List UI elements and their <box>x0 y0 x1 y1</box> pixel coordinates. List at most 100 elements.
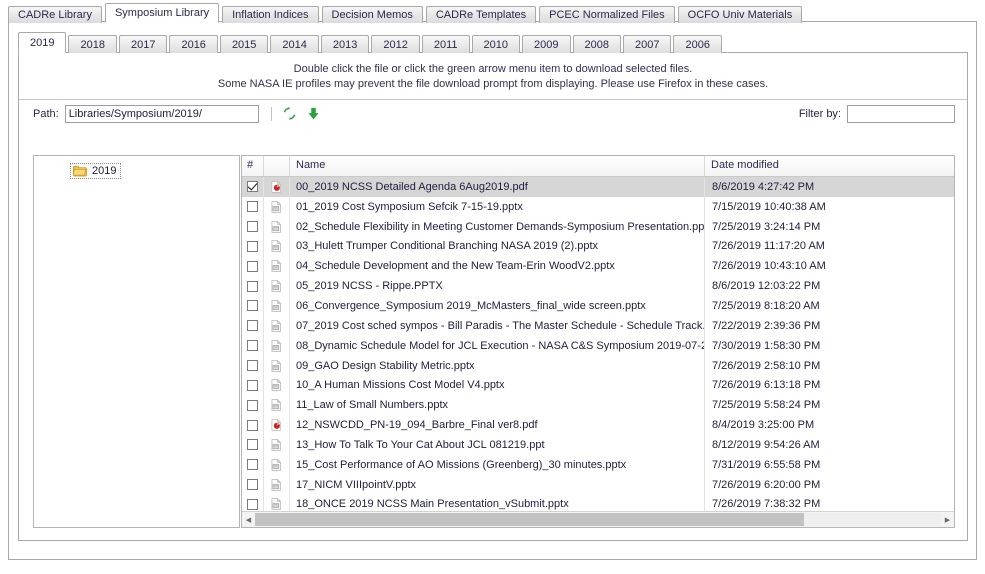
year-tab-2008[interactable]: 2008 <box>572 35 621 53</box>
year-tab-2018[interactable]: 2018 <box>68 35 117 53</box>
row-file-name[interactable]: 05_2019 NCSS - Rippe.PPTX <box>290 276 705 297</box>
year-tab-2009[interactable]: 2009 <box>522 35 571 53</box>
column-header-number[interactable]: # <box>242 156 264 176</box>
row-file-icon-cell <box>264 296 290 316</box>
table-row[interactable]: 17_NICM VIIIpointV.pptx 7/26/2019 6:20:00… <box>242 474 954 495</box>
download-arrow-icon[interactable] <box>305 105 323 123</box>
main-tab-cadre-templates[interactable]: CADRe Templates <box>425 6 537 23</box>
table-row[interactable]: 07_2019 Cost sched sympos - Bill Paradis… <box>242 315 954 336</box>
table-row[interactable]: 05_2019 NCSS - Rippe.PPTX 8/6/2019 12:03:… <box>242 276 954 297</box>
year-tab-2006[interactable]: 2006 <box>673 35 722 53</box>
scroll-right-arrow[interactable]: ▶ <box>941 513 954 526</box>
row-file-name[interactable]: 09_GAO Design Stability Metric.pptx <box>290 355 705 376</box>
row-checkbox[interactable] <box>247 399 258 411</box>
row-file-name[interactable]: 02_Schedule Flexibility in Meeting Custo… <box>290 216 705 237</box>
row-file-name[interactable]: 18_ONCE 2019 NCSS Main Presentation_vSub… <box>290 494 705 511</box>
row-checkbox[interactable] <box>247 181 258 193</box>
table-row[interactable]: 13_How To Talk To Your Cat About JCL 081… <box>242 434 954 455</box>
folder-icon <box>73 166 87 177</box>
row-date-modified: 7/26/2019 6:20:00 PM <box>712 478 821 491</box>
row-checkbox[interactable] <box>247 459 258 471</box>
table-row[interactable]: 03_Hulett Trumper Conditional Branching … <box>242 236 954 257</box>
table-row[interactable]: 01_2019 Cost Symposium Sefcik 7-15-19.pp… <box>242 196 954 217</box>
table-row[interactable]: 15_Cost Performance of AO Missions (Gree… <box>242 454 954 475</box>
column-header-name[interactable]: Name <box>290 156 705 176</box>
year-tab-2012[interactable]: 2012 <box>371 35 420 53</box>
row-checkbox[interactable] <box>247 260 258 272</box>
row-file-icon-cell <box>264 454 290 475</box>
filter-input[interactable] <box>847 104 955 123</box>
year-content-panel: Double click the file or click the green… <box>18 52 968 541</box>
row-checkbox[interactable] <box>247 300 258 312</box>
tree-node-label: 2019 <box>92 165 117 177</box>
powerpoint-file-icon <box>271 478 282 491</box>
main-tab-label: PCEC Normalized Files <box>549 9 665 21</box>
year-tab-2010[interactable]: 2010 <box>471 35 521 53</box>
table-row[interactable]: 11_Law of Small Numbers.pptx 7/25/2019 5:… <box>242 395 954 416</box>
row-file-name[interactable]: 08_Dynamic Schedule Model for JCL Execut… <box>290 335 705 356</box>
row-checkbox[interactable] <box>247 360 258 372</box>
main-tab-cadre-library[interactable]: CADRe Library <box>8 6 102 23</box>
table-row[interactable]: 00_2019 NCSS Detailed Agenda 6Aug2019.pd… <box>242 177 954 197</box>
table-row[interactable]: 09_GAO Design Stability Metric.pptx 7/26/… <box>242 355 954 376</box>
year-tab-2011[interactable]: 2011 <box>421 35 470 53</box>
row-checkbox-cell <box>242 494 264 511</box>
table-row[interactable]: 04_Schedule Development and the New Team… <box>242 256 954 277</box>
scrollbar-track[interactable] <box>255 513 941 526</box>
table-row[interactable]: 06_Convergence_Symposium 2019_McMasters_… <box>242 296 954 316</box>
row-file-name[interactable]: 06_Convergence_Symposium 2019_McMasters_… <box>290 296 705 316</box>
row-file-name[interactable]: 03_Hulett Trumper Conditional Branching … <box>290 236 705 257</box>
table-row[interactable]: 08_Dynamic Schedule Model for JCL Execut… <box>242 335 954 356</box>
pdf-file-icon <box>271 180 282 193</box>
year-tab-2007[interactable]: 2007 <box>622 35 672 53</box>
row-checkbox[interactable] <box>247 439 258 451</box>
year-tab-2016[interactable]: 2016 <box>169 35 218 53</box>
main-tab-symposium-library[interactable]: Symposium Library <box>104 3 220 23</box>
refresh-icon[interactable] <box>281 105 299 123</box>
table-row[interactable]: 10_A Human Missions Cost Model V4.pptx 7/… <box>242 375 954 396</box>
main-tab-ocfo-univ-materials[interactable]: OCFO Univ Materials <box>677 6 803 23</box>
row-file-name[interactable]: 11_Law of Small Numbers.pptx <box>290 395 705 416</box>
horizontal-scrollbar[interactable]: ◀ ▶ <box>242 511 954 527</box>
row-file-name[interactable]: 00_2019 NCSS Detailed Agenda 6Aug2019.pd… <box>290 177 705 197</box>
row-checkbox[interactable] <box>247 340 258 352</box>
year-tab-2019[interactable]: 2019 <box>18 32 67 53</box>
row-checkbox[interactable] <box>247 479 258 491</box>
main-tab-pcec-normalized-files[interactable]: PCEC Normalized Files <box>539 6 675 23</box>
row-file-name[interactable]: 07_2019 Cost sched sympos - Bill Paradis… <box>290 315 705 336</box>
row-checkbox[interactable] <box>247 221 258 233</box>
table-row[interactable]: 18_ONCE 2019 NCSS Main Presentation_vSub… <box>242 494 954 511</box>
tree-node-2019[interactable]: 2019 <box>70 163 122 179</box>
table-row[interactable]: 12_NSWCDD_PN-19_094_Barbre_Final ver8.pd… <box>242 415 954 435</box>
main-tab-decision-memos[interactable]: Decision Memos <box>321 6 423 23</box>
row-checkbox-cell <box>242 395 264 416</box>
row-checkbox[interactable] <box>247 280 258 292</box>
row-file-name[interactable]: 13_How To Talk To Your Cat About JCL 081… <box>290 434 705 455</box>
year-tab-2017[interactable]: 2017 <box>118 35 168 53</box>
row-file-name[interactable]: 01_2019 Cost Symposium Sefcik 7-15-19.pp… <box>290 196 705 217</box>
year-tab-2013[interactable]: 2013 <box>320 35 370 53</box>
main-tab-inflation-indices[interactable]: Inflation Indices <box>222 6 319 23</box>
row-checkbox[interactable] <box>247 320 258 332</box>
row-file-name[interactable]: 15_Cost Performance of AO Missions (Gree… <box>290 454 705 475</box>
row-file-name[interactable]: 10_A Human Missions Cost Model V4.pptx <box>290 375 705 396</box>
row-file-name[interactable]: 12_NSWCDD_PN-19_094_Barbre_Final ver8.pd… <box>290 415 705 435</box>
column-header-icon[interactable] <box>264 156 290 176</box>
scroll-left-arrow[interactable]: ◀ <box>242 513 255 526</box>
year-tab-2014[interactable]: 2014 <box>270 35 319 53</box>
year-tab-label: 2006 <box>685 39 710 51</box>
row-checkbox[interactable] <box>247 498 258 510</box>
row-checkbox[interactable] <box>247 419 258 431</box>
row-checkbox[interactable] <box>247 201 258 213</box>
year-tab-2015[interactable]: 2015 <box>219 35 269 53</box>
table-row[interactable]: 02_Schedule Flexibility in Meeting Custo… <box>242 216 954 237</box>
powerpoint-file-icon <box>271 359 282 372</box>
row-checkbox[interactable] <box>247 379 258 391</box>
year-tab-label: 2010 <box>483 39 509 51</box>
column-header-date[interactable]: Date modified <box>705 156 954 176</box>
scrollbar-thumb[interactable] <box>255 513 804 526</box>
row-file-name[interactable]: 17_NICM VIIIpointV.pptx <box>290 474 705 495</box>
path-input[interactable] <box>64 104 259 123</box>
row-file-name[interactable]: 04_Schedule Development and the New Team… <box>290 256 705 277</box>
row-checkbox[interactable] <box>247 240 258 252</box>
